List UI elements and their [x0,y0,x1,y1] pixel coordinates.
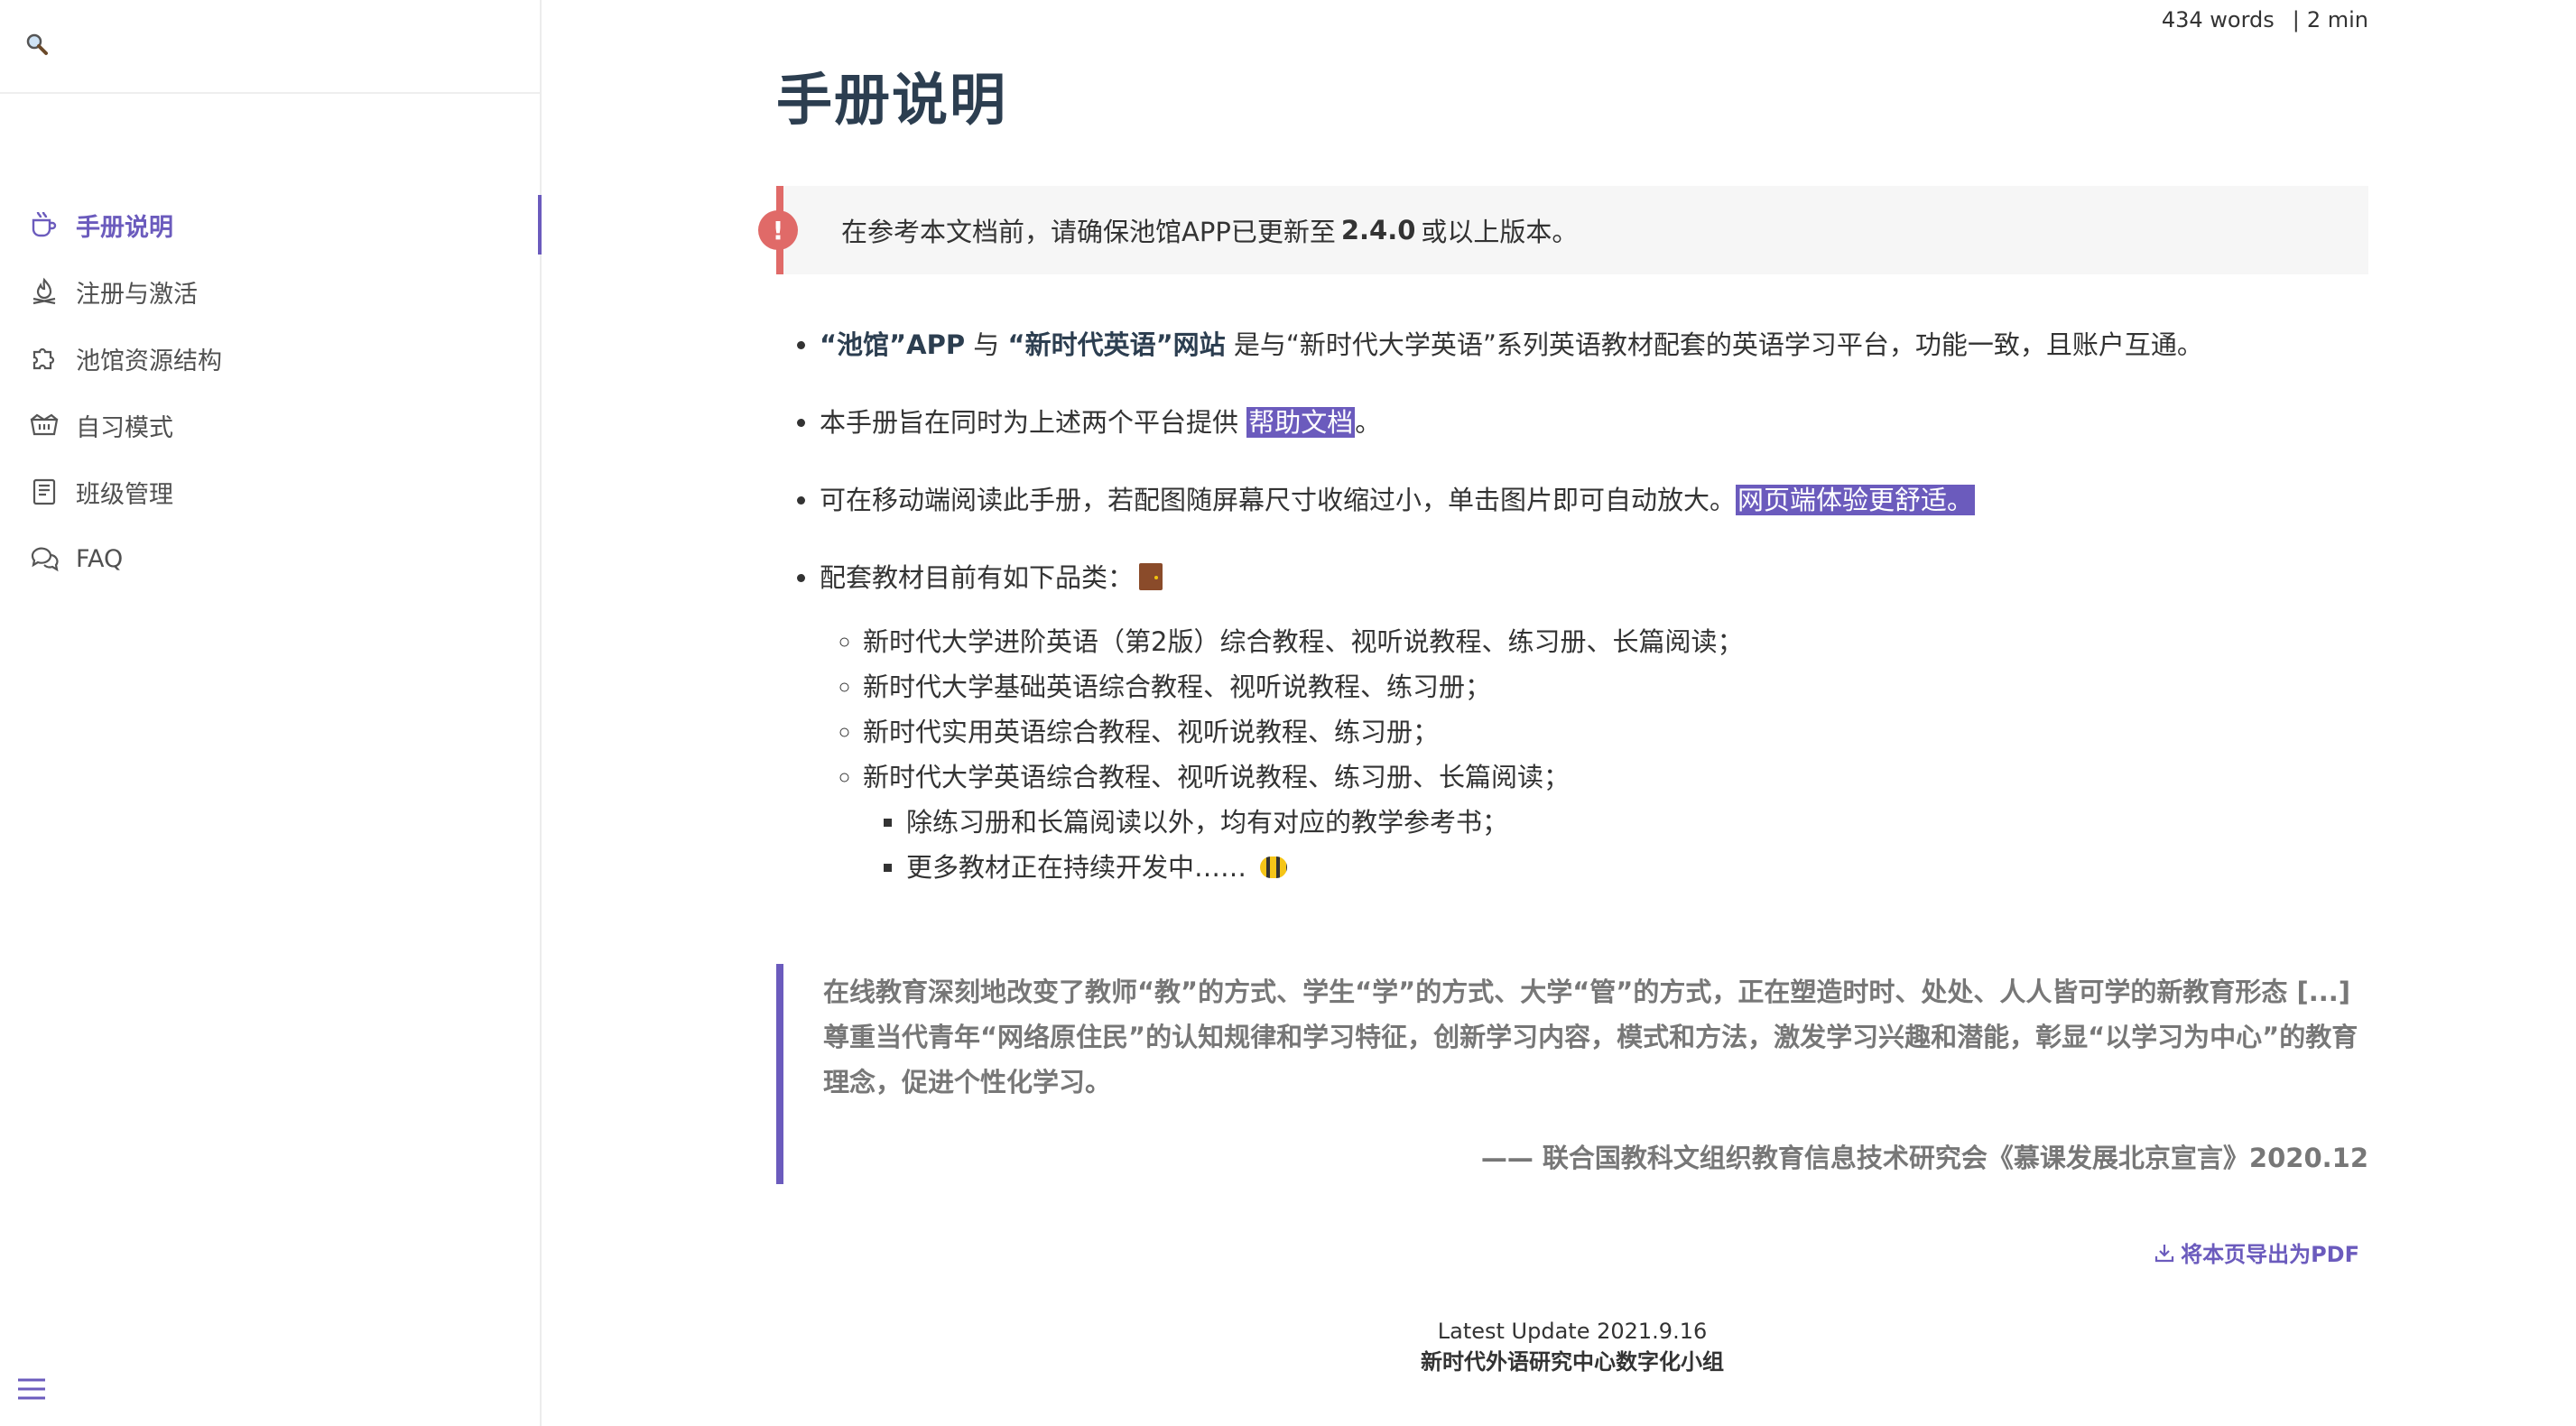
download-icon [2154,1244,2174,1262]
warning-icon: ! [758,210,798,250]
sidebar-item-label: 手册说明 [76,213,173,242]
subnote-item: 除练习册和长篇阅读以外，均有对应的教学参考书； [906,800,2368,845]
read-time: 2 min [2306,7,2368,32]
tip-prefix: 在参考本文档前，请确保池馆APP已更新至 [841,217,1336,247]
search-icon[interactable] [25,32,49,60]
list-text: 配套教材目前有如下品类： [820,562,1135,593]
list-text-end: 。 [1355,407,1382,438]
sidebar-item-faq[interactable]: FAQ [0,525,542,592]
highlight-text: 网页端体验更舒适。 [1736,485,1976,515]
search-input[interactable] [63,19,540,73]
quote-block: 在线教育深刻地改变了教师“教”的方式、学生“学”的方式、大学“管”的方式，正在塑… [776,964,2368,1184]
export-pdf-link[interactable]: 将本页导出为PDF [2154,1236,2359,1268]
tip-suffix: 或以上版本。 [1421,217,1579,247]
list-item: 可在移动端阅读此手册，若配图随屏幕尺寸收缩过小，单击图片即可自动放大。网页端体验… [820,480,2368,520]
list-item: 配套教材目前有如下品类： 新时代大学进阶英语（第2版）综合教程、视听说教程、练习… [820,558,2368,890]
sidebar-item-label: 自习模式 [76,413,173,442]
textbook-text: 新时代大学英语综合教程、视听说教程、练习册、长篇阅读； [863,762,1571,792]
search-box [0,0,540,94]
highlight-text: 帮助文档 [1246,407,1356,438]
word-count: 434 words [2161,7,2275,32]
sidebar-item-label: 注册与激活 [76,280,198,309]
site-name: “新时代英语”网站 [1007,329,1226,360]
list-item: 本手册旨在同时为上述两个平台提供 帮助文档。 [820,403,2368,442]
coffee-cup-icon [27,208,61,242]
sidebar-item-label: 池馆资源结构 [76,347,222,375]
list-text: 是与“新时代大学英语”系列英语教材配套的英语学习平台，功能一致，且账户互通。 [1233,329,2203,360]
sidebar-item-structure[interactable]: 池馆资源结构 [0,325,542,392]
chat-bubbles-icon [27,542,61,576]
quote-citation: —— 联合国教科文组织教育信息技术研究会《慕课发展北京宣言》2020.12 [1480,1143,2368,1173]
textbook-item: 新时代大学基础英语综合教程、视听说教程、练习册； [863,664,2368,709]
team-name: 新时代外语研究中心数字化小组 [1421,1349,1724,1375]
basket-icon [27,408,61,442]
textbook-item: 新时代大学英语综合教程、视听说教程、练习册、长篇阅读； 除练习册和长篇阅读以外，… [863,755,2368,890]
last-update: Latest Update 2021.9.16 [1437,1319,1708,1344]
textbook-item: 新时代大学进阶英语（第2版）综合教程、视听说教程、练习册、长篇阅读； [863,619,2368,664]
tip-version: 2.4.0 [1340,215,1416,245]
sidebar-item-manual[interactable]: 手册说明 [0,191,542,258]
sidebar-item-label: 班级管理 [76,480,173,509]
reading-meta: 434 words | 2 min [2161,7,2368,32]
version-tip: ! 在参考本文档前，请确保池馆APP已更新至 2.4.0 或以上版本。 [758,186,2368,274]
page-title: 手册说明 [776,67,1008,133]
app-name: “池馆”APP [820,329,966,360]
export-pdf-label: 将本页导出为PDF [2181,1242,2359,1267]
sidebar: 手册说明 注册与激活 池馆资源结构 自习模式 班级管理 FAQ [0,0,542,1426]
notebook-icon [27,475,61,509]
campfire-icon [27,274,61,309]
bee-icon [1260,857,1288,878]
intro-list: “池馆”APP 与 “新时代英语”网站 是与“新时代大学英语”系列英语教材配套的… [820,325,2368,928]
textbook-list: 新时代大学进阶英语（第2版）综合教程、视听说教程、练习册、长篇阅读； 新时代大学… [863,619,2368,890]
conjunction: 与 [973,329,1000,360]
textbook-item: 新时代实用英语综合教程、视听说教程、练习册； [863,709,2368,755]
sidebar-nav: 手册说明 注册与激活 池馆资源结构 自习模式 班级管理 FAQ [0,191,542,592]
footer: Latest Update 2021.9.16 新时代外语研究中心数字化小组 [776,1316,2368,1377]
list-item: “池馆”APP 与 “新时代英语”网站 是与“新时代大学英语”系列英语教材配套的… [820,325,2368,365]
door-icon [1139,563,1163,590]
menu-toggle-icon[interactable] [16,1374,49,1406]
subnote-item: 更多教材正在持续开发中…… [906,845,2368,890]
sidebar-item-self-study[interactable]: 自习模式 [0,392,542,458]
sidebar-item-label: FAQ [76,544,124,573]
list-text: 本手册旨在同时为上述两个平台提供 [820,407,1239,438]
quote-text: 在线教育深刻地改变了教师“教”的方式、学生“学”的方式、大学“管”的方式，正在塑… [823,977,2358,1097]
subnote-text: 更多教材正在持续开发中…… [906,852,1247,883]
list-text: 可在移动端阅读此手册，若配图随屏幕尺寸收缩过小，单击图片即可自动放大。 [820,485,1737,515]
sidebar-item-register[interactable]: 注册与激活 [0,258,542,325]
sidebar-item-class[interactable]: 班级管理 [0,458,542,525]
main-content: 434 words | 2 min 手册说明 ! 在参考本文档前，请确保池馆APP已… [542,0,2576,1426]
puzzle-icon [27,341,61,375]
subnote-list: 除练习册和长篇阅读以外，均有对应的教学参考书； 更多教材正在持续开发中…… [906,800,2368,890]
